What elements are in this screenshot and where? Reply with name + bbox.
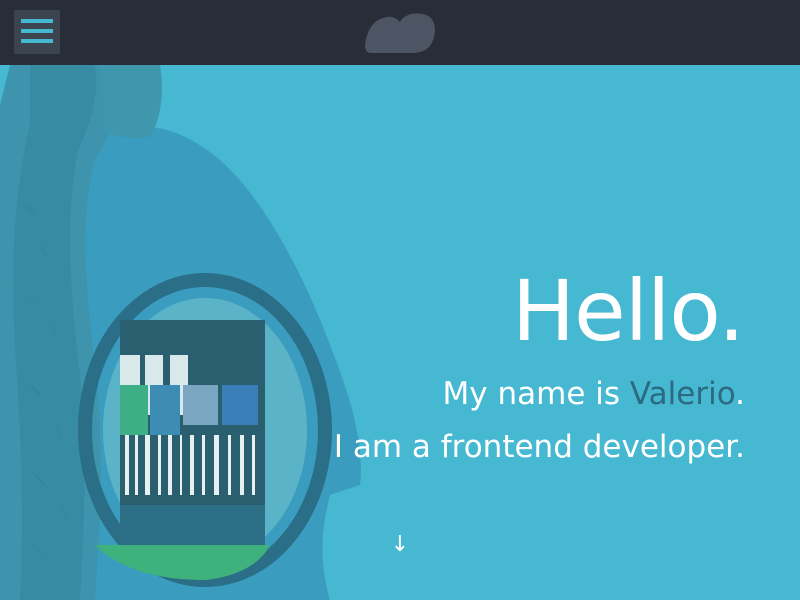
hamburger-menu-icon[interactable] <box>14 10 60 54</box>
down-arrow-icon[interactable]: ↓ <box>390 530 410 560</box>
tagline: I am a frontend developer. <box>333 429 745 465</box>
hero-section: Hello. My name is Valerio. I am a fronte… <box>0 65 800 600</box>
intro-line: My name is Valerio. <box>443 372 745 416</box>
cloud-logo-icon[interactable] <box>363 11 437 55</box>
intro-name: Valerio <box>629 376 736 412</box>
menu-line <box>21 19 53 23</box>
hero-heading: Hello. <box>511 262 745 360</box>
menu-line <box>21 39 53 43</box>
intro-prefix: My name is <box>442 376 630 412</box>
menu-line <box>21 29 53 33</box>
intro-suffix: . <box>735 376 745 412</box>
portrait-photo <box>0 65 361 600</box>
top-navigation-bar <box>0 0 800 65</box>
